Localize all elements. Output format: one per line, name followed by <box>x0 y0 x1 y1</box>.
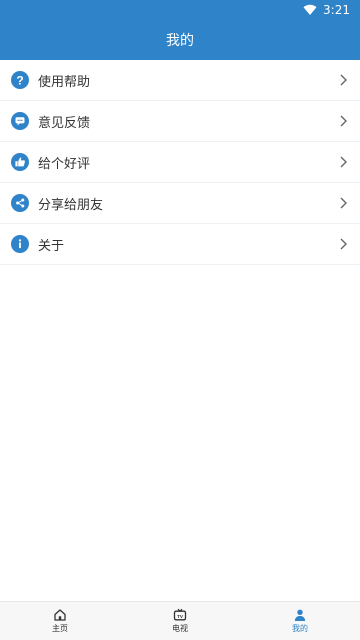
thumbs-up-icon <box>11 153 29 171</box>
nav-item-home[interactable]: 主页 <box>0 602 120 640</box>
menu-item-help[interactable]: ? 使用帮助 <box>0 60 360 101</box>
bottom-nav: 主页 TV 电视 我的 <box>0 601 360 640</box>
wifi-icon <box>303 4 317 16</box>
menu-item-label: 关于 <box>38 238 65 254</box>
menu-item-rate[interactable]: 给个好评 <box>0 142 360 183</box>
nav-label: 电视 <box>172 624 188 633</box>
home-icon <box>54 609 66 621</box>
chevron-right-icon <box>340 115 347 127</box>
chevron-right-icon <box>340 156 347 168</box>
chevron-right-icon <box>340 238 347 250</box>
tv-icon: TV <box>173 608 187 621</box>
svg-text:?: ? <box>16 74 23 88</box>
chevron-right-icon <box>340 74 347 86</box>
status-time: 3:21 <box>323 3 350 17</box>
nav-item-mine[interactable]: 我的 <box>240 602 360 640</box>
menu-item-label: 分享给朋友 <box>38 197 104 213</box>
menu-item-label: 意见反馈 <box>38 115 91 131</box>
share-icon <box>11 194 29 212</box>
menu-item-share[interactable]: 分享给朋友 <box>0 183 360 224</box>
nav-label: 主页 <box>52 624 68 633</box>
menu-item-label: 使用帮助 <box>38 74 91 90</box>
settings-menu: ? 使用帮助 意见反馈 给个好评 分享给朋友 关于 <box>0 60 360 265</box>
chevron-right-icon <box>340 197 347 209</box>
nav-item-tv[interactable]: TV 电视 <box>120 602 240 640</box>
status-right: 3:21 <box>303 2 350 18</box>
info-icon <box>11 235 29 253</box>
user-icon <box>294 609 306 621</box>
nav-label: 我的 <box>292 624 308 633</box>
svg-text:TV: TV <box>177 614 184 619</box>
menu-item-about[interactable]: 关于 <box>0 224 360 265</box>
menu-item-feedback[interactable]: 意见反馈 <box>0 101 360 142</box>
status-bar: 3:21 <box>0 0 360 20</box>
help-icon: ? <box>11 71 29 89</box>
menu-item-label: 给个好评 <box>38 156 91 172</box>
feedback-icon <box>11 112 29 130</box>
page-title: 我的 <box>166 33 194 49</box>
page-header: 我的 <box>0 20 360 60</box>
